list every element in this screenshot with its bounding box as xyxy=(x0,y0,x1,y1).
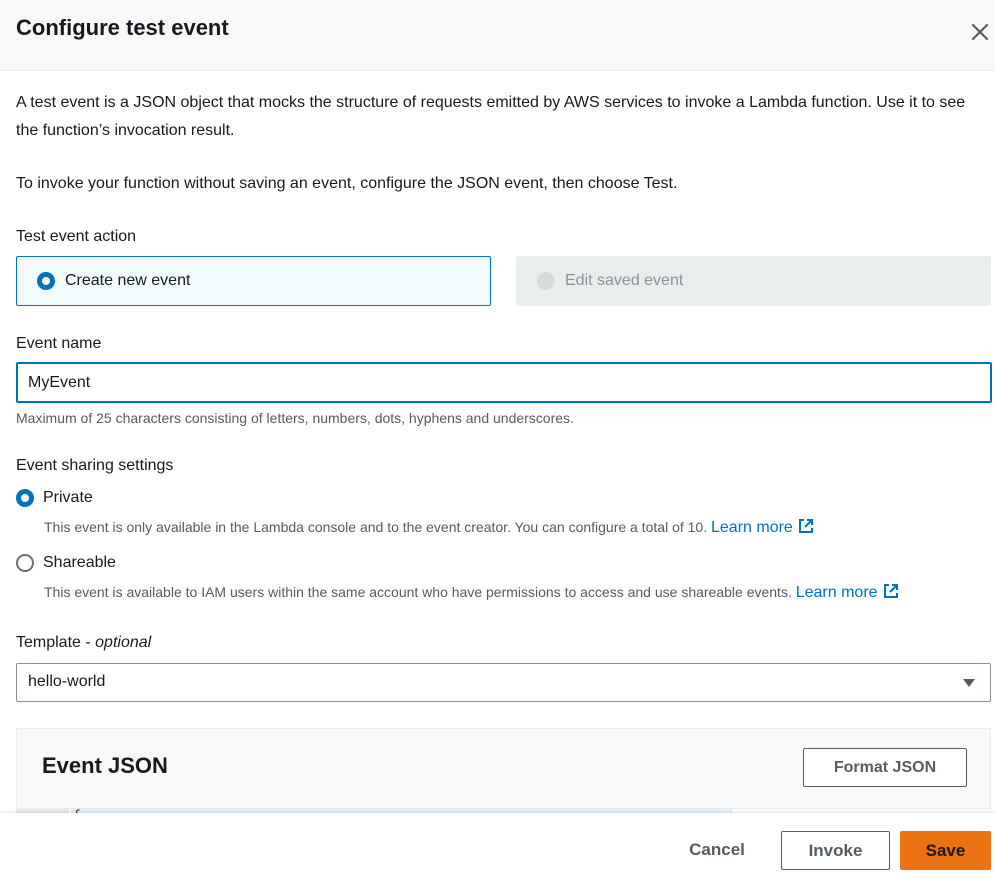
edit-saved-event-option: Edit saved event xyxy=(516,256,991,306)
modal-title: Configure test event xyxy=(16,15,229,40)
event-name-input[interactable] xyxy=(16,362,992,403)
format-json-button[interactable]: Format JSON xyxy=(803,748,967,787)
radio-selected-icon xyxy=(37,272,55,290)
radio-unselected-icon xyxy=(16,554,34,572)
save-button[interactable]: Save xyxy=(900,831,991,870)
event-sharing-label: Event sharing settings xyxy=(16,457,174,474)
invoke-button[interactable]: Invoke xyxy=(781,831,890,870)
shareable-learn-more-link[interactable]: Learn more xyxy=(796,584,878,601)
shareable-label: Shareable xyxy=(43,554,116,571)
private-description: This event is only available in the Lamb… xyxy=(44,517,815,537)
caret-down-icon xyxy=(963,679,975,687)
private-description-text: This event is only available in the Lamb… xyxy=(44,519,708,535)
template-label: Template - optional xyxy=(16,634,151,652)
shareable-description: This event is available to IAM users wit… xyxy=(44,582,900,602)
modal-footer: Cancel Invoke Save xyxy=(0,813,995,878)
radio-disabled-icon xyxy=(537,272,555,290)
event-json-title: Event JSON xyxy=(42,753,168,778)
shareable-description-text: This event is available to IAM users wit… xyxy=(44,584,792,600)
edit-saved-event-label: Edit saved event xyxy=(565,272,684,289)
private-radio[interactable]: Private xyxy=(16,489,93,507)
private-learn-more-link[interactable]: Learn more xyxy=(711,519,793,536)
template-select[interactable]: hello-world xyxy=(16,663,991,702)
test-event-action-label: Test event action xyxy=(16,228,137,245)
template-optional-text: optional xyxy=(95,634,152,651)
close-icon[interactable] xyxy=(966,18,994,46)
template-label-text: Template - xyxy=(16,634,91,651)
template-selected-value: hello-world xyxy=(28,673,106,690)
external-link-icon[interactable] xyxy=(882,582,900,600)
cancel-button[interactable]: Cancel xyxy=(672,831,762,869)
event-name-constraint: Maximum of 25 characters consisting of l… xyxy=(16,410,574,426)
shareable-radio[interactable]: Shareable xyxy=(16,554,116,572)
private-label: Private xyxy=(43,489,93,506)
create-new-event-label: Create new event xyxy=(65,272,191,289)
intro-instruction: To invoke your function without saving a… xyxy=(16,175,678,192)
external-link-icon[interactable] xyxy=(797,517,815,535)
create-new-event-option[interactable]: Create new event xyxy=(16,256,491,306)
radio-selected-icon xyxy=(16,489,34,507)
modal-header: Configure test event xyxy=(0,0,995,71)
intro-description: A test event is a JSON object that mocks… xyxy=(16,94,966,139)
event-name-label: Event name xyxy=(16,335,102,352)
